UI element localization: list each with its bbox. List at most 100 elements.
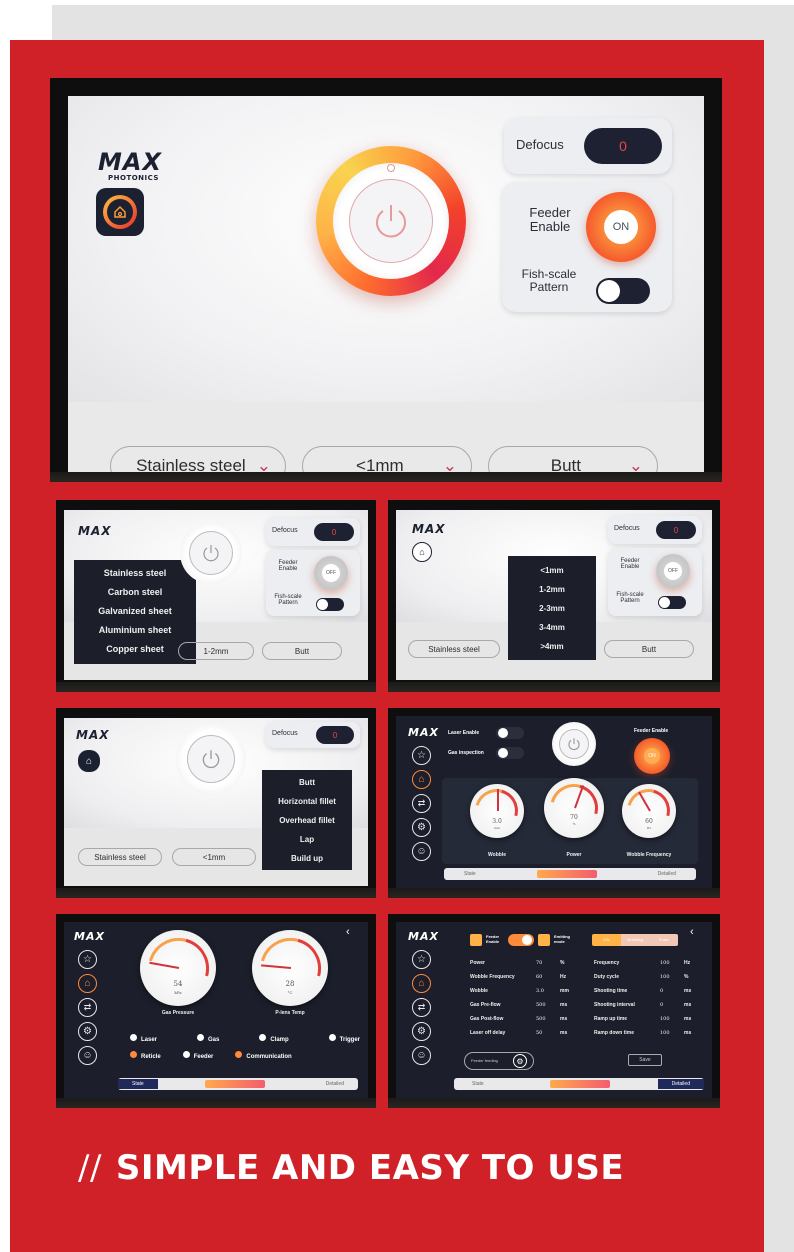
joint-dropdown[interactable]: Butt <box>262 642 342 660</box>
state-detail-switch[interactable]: State Detailed <box>454 1078 704 1090</box>
fish-scale-toggle[interactable] <box>316 598 344 611</box>
state-detail-switch[interactable]: State Detailed <box>118 1078 358 1090</box>
tab-cw[interactable]: CW <box>592 934 621 946</box>
menu-item[interactable]: Overhead fillet <box>262 816 352 835</box>
home-icon[interactable]: ⌂ <box>412 974 431 993</box>
indicator-feeder: Feeder <box>182 1051 213 1060</box>
p-lens-temp-gauge: 28 °C <box>248 926 332 1010</box>
feeder-card: Feeder Enable OFF Fish-scale Pattern <box>266 550 360 616</box>
side-nav: ☆ ⌂ ⇄ ⚙ ☺ <box>412 950 431 1065</box>
wobble-gauge: 3.0 mm <box>467 781 527 841</box>
menu-item[interactable]: <1mm <box>508 566 596 585</box>
defocus-value[interactable]: 0 <box>584 128 662 164</box>
state-detail-switch[interactable]: State Detailed <box>444 868 696 880</box>
settings-icon[interactable]: ⇄ <box>78 998 97 1017</box>
feeder-enable-toggle[interactable] <box>508 934 534 946</box>
back-icon[interactable]: ‹ <box>690 926 694 938</box>
feeder-on-button[interactable]: ON <box>634 738 670 774</box>
gear-icon[interactable]: ⚙ <box>412 1022 431 1041</box>
param-row: Ramp up time 100 ms <box>594 1016 692 1022</box>
feeder-feeding-button[interactable]: Feeder feeding ⚙ <box>464 1052 534 1070</box>
dial-indicator-dot <box>387 164 395 172</box>
feeder-enable-label: Feeder Enable <box>634 728 669 734</box>
feeder-on-button[interactable]: ON <box>586 192 656 262</box>
detailed-tab[interactable]: Detailed <box>658 871 676 877</box>
menu-item[interactable]: Build up <box>262 854 352 873</box>
thickness-dropdown[interactable]: <1mm ⌄ <box>302 446 472 482</box>
menu-item[interactable]: Carbon steel <box>74 587 196 606</box>
user-icon[interactable]: ☺ <box>412 1046 431 1065</box>
star-icon[interactable]: ☆ <box>412 950 431 969</box>
gear-icon[interactable]: ⚙ <box>412 818 431 837</box>
star-icon[interactable]: ☆ <box>78 950 97 969</box>
material-dropdown[interactable]: Stainless steel <box>408 640 500 658</box>
user-icon[interactable]: ☺ <box>78 1046 97 1065</box>
param-row: Laser off delay 50 ms <box>470 1030 568 1036</box>
home-icon[interactable]: ⌂ <box>412 770 431 789</box>
menu-item[interactable]: >4mm <box>508 642 596 661</box>
wobble-frequency-gauge: 60 Hz <box>619 781 679 841</box>
param-row: Power 70% <box>470 960 565 966</box>
defocus-card: Defocus 0 <box>608 516 702 544</box>
wobble-frequency-label: Wobble Frequency <box>626 852 672 858</box>
laser-power-button[interactable] <box>316 146 466 296</box>
fish-scale-toggle[interactable] <box>596 278 650 304</box>
home-button[interactable]: ⌂ <box>78 750 100 772</box>
joint-value: Butt <box>550 456 581 475</box>
power-button[interactable] <box>176 724 246 794</box>
menu-item[interactable]: Horizontal fillet <box>262 797 352 816</box>
indicator-gas: Gas <box>197 1034 219 1043</box>
menu-item[interactable]: 1-2mm <box>508 585 596 604</box>
power-button[interactable] <box>180 522 242 584</box>
chevron-down-icon: ⌄ <box>256 456 271 475</box>
state-tab[interactable]: State <box>464 871 476 877</box>
defocus-card: Defocus 0 <box>504 118 672 174</box>
home-button[interactable] <box>96 188 144 236</box>
menu-item[interactable]: Aluminium sheet <box>74 625 196 644</box>
tab-pulse[interactable]: Pulse <box>649 934 678 946</box>
power-icon <box>559 729 589 759</box>
home-icon: ⌂ <box>85 755 93 767</box>
gear-icon[interactable]: ⚙ <box>78 1022 97 1041</box>
settings-icon[interactable]: ⇄ <box>412 998 431 1017</box>
gas-pressure-label: Gas Pressure <box>161 1010 195 1016</box>
back-icon[interactable]: ‹ <box>346 926 350 938</box>
gas-inspection-toggle[interactable] <box>496 747 524 759</box>
brand-logo: MAX <box>408 930 439 943</box>
thickness-menu: <1mm 1-2mm 2-3mm 3-4mm >4mm <box>508 556 596 660</box>
home-button[interactable]: ⌂ <box>412 542 432 562</box>
thickness-dropdown[interactable]: <1mm <box>172 848 256 866</box>
state-tab[interactable]: State <box>454 1081 502 1087</box>
feeder-off-button[interactable]: OFF <box>656 554 690 588</box>
menu-item[interactable]: Galvanized sheet <box>74 606 196 625</box>
settings-icon[interactable]: ⇄ <box>412 794 431 813</box>
power-button[interactable] <box>552 722 596 766</box>
laser-enable-toggle[interactable] <box>496 727 524 739</box>
tab-wobbling[interactable]: Wobbling <box>620 934 650 946</box>
thickness-dropdown[interactable]: 1-2mm <box>178 642 254 660</box>
star-icon[interactable]: ☆ <box>412 746 431 765</box>
menu-item[interactable]: 3-4mm <box>508 623 596 642</box>
fish-scale-toggle[interactable] <box>658 596 686 609</box>
material-dropdown[interactable]: Stainless steel ⌄ <box>110 446 286 482</box>
detailed-tab[interactable]: Detailed <box>657 1079 704 1089</box>
menu-item[interactable]: Butt <box>262 778 352 797</box>
gear-icon: ⚙ <box>513 1054 527 1068</box>
joint-dropdown[interactable]: Butt ⌄ <box>488 446 658 482</box>
menu-item[interactable]: 2-3mm <box>508 604 596 623</box>
joint-dropdown[interactable]: Butt <box>604 640 694 658</box>
user-icon[interactable]: ☺ <box>412 842 431 861</box>
defocus-card: Defocus 0 <box>266 722 360 748</box>
menu-item[interactable]: Stainless steel <box>74 568 196 587</box>
power-gauge: 70 % <box>541 775 607 841</box>
home-icon[interactable]: ⌂ <box>78 974 97 993</box>
feeder-enable-label: Feeder Enable <box>529 205 571 234</box>
save-button[interactable]: Save <box>628 1054 662 1066</box>
feeder-off-button[interactable]: OFF <box>314 556 348 590</box>
indicator-clamp: Clamp <box>259 1034 289 1043</box>
detailed-tab[interactable]: Detailed <box>312 1081 358 1087</box>
brand-logo: MAX <box>76 728 110 742</box>
menu-item[interactable]: Lap <box>262 835 352 854</box>
state-tab[interactable]: State <box>118 1079 158 1089</box>
material-dropdown[interactable]: Stainless steel <box>78 848 162 866</box>
